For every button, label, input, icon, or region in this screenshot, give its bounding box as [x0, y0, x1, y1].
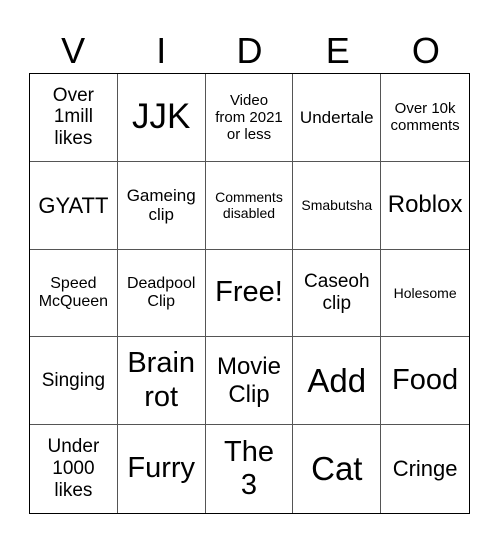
bingo-grid: Over 1mill likes JJK Video from 2021 or … [29, 73, 470, 514]
bingo-cell[interactable]: Over 1mill likes [30, 74, 118, 162]
bingo-cell[interactable]: Cringe [381, 425, 469, 513]
header-letter-i: I [156, 30, 167, 71]
bingo-cell[interactable]: Roblox [381, 162, 469, 250]
header-letter-v: V [61, 30, 86, 71]
bingo-cell[interactable]: The 3 [206, 425, 294, 513]
bingo-cell[interactable]: Comments disabled [205, 161, 294, 250]
bingo-cell[interactable]: Smabutsha [293, 161, 382, 250]
bingo-cell[interactable]: Over 10k comments [381, 74, 469, 162]
bingo-cell[interactable]: Under 1000 likes [30, 425, 118, 513]
bingo-cell[interactable]: Singing [30, 337, 118, 426]
bingo-cell[interactable]: JJK [117, 74, 206, 162]
header-letter-o: O [411, 30, 440, 71]
bingo-cell[interactable]: Movie Clip [205, 337, 294, 426]
bingo-cell[interactable]: Cat [293, 425, 382, 513]
bingo-cell[interactable]: Holesome [381, 250, 469, 338]
header-letter-d: D [236, 30, 263, 71]
bingo-cell[interactable]: GYATT [30, 161, 118, 250]
bingo-cell[interactable]: Furry [118, 425, 206, 513]
bingo-cell[interactable]: Undertale [293, 74, 382, 162]
bingo-cell[interactable]: Add [293, 337, 382, 426]
bingo-header: V I D E O [29, 28, 470, 73]
bingo-cell-free[interactable]: Free! [205, 249, 294, 338]
bingo-cell[interactable]: Gameing clip [117, 161, 206, 250]
bingo-cell[interactable]: Deadpool Clip [117, 249, 206, 338]
bingo-cell[interactable]: Caseoh clip [293, 249, 382, 338]
bingo-cell[interactable]: Food [381, 337, 469, 426]
bingo-cell[interactable]: Video from 2021 or less [205, 74, 294, 162]
header-letter-e: E [325, 30, 350, 71]
bingo-cell[interactable]: Speed McQueen [30, 249, 118, 338]
bingo-cell[interactable]: Brain rot [117, 337, 206, 426]
